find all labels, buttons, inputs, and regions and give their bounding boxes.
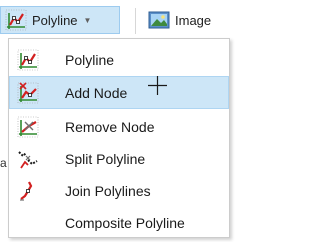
- menu-item-label: Remove Node: [65, 118, 155, 135]
- add-node-icon: [17, 82, 39, 104]
- remove-node-icon: [17, 116, 39, 138]
- menu-item-split-polyline[interactable]: Split Polyline: [10, 143, 228, 174]
- image-button[interactable]: Image: [146, 6, 243, 34]
- menu-item-label: Polyline: [65, 51, 115, 68]
- polyline-icon: [17, 49, 39, 71]
- crosshair-cursor-icon: [148, 76, 167, 95]
- partial-text: a: [0, 156, 7, 170]
- polyline-dropdown-button[interactable]: Polyline ▼: [0, 6, 120, 34]
- polyline-button-label: Polyline: [32, 12, 78, 28]
- menu-item-label: Composite Polyline: [65, 214, 185, 231]
- menu-item-add-node[interactable]: Add Node: [9, 76, 229, 109]
- menu-item-label: Join Polylines: [65, 182, 151, 199]
- chevron-down-icon: ▼: [83, 15, 92, 25]
- menu-item-remove-node[interactable]: Remove Node: [10, 111, 228, 142]
- image-button-label: Image: [175, 12, 212, 28]
- screen: Polyline ▼ Image a Polyline Add Node Rem…: [0, 0, 243, 242]
- polyline-dropdown-menu: Polyline Add Node Remove Node Split Poly…: [8, 38, 230, 238]
- menu-item-label: Split Polyline: [65, 150, 146, 167]
- ribbon-separator: [135, 8, 136, 34]
- ribbon-bar: Polyline ▼ Image: [0, 0, 243, 38]
- menu-item-join-polylines[interactable]: Join Polylines: [10, 175, 228, 206]
- polyline-icon: [5, 9, 27, 31]
- menu-item-label: Add Node: [65, 84, 128, 101]
- image-icon: [148, 11, 170, 29]
- background-panel-edge: a: [0, 38, 8, 242]
- menu-item-composite-polyline[interactable]: Composite Polyline: [10, 207, 228, 238]
- split-polyline-icon: [18, 151, 38, 169]
- menu-item-polyline[interactable]: Polyline: [10, 44, 228, 75]
- join-polylines-icon: [20, 181, 33, 201]
